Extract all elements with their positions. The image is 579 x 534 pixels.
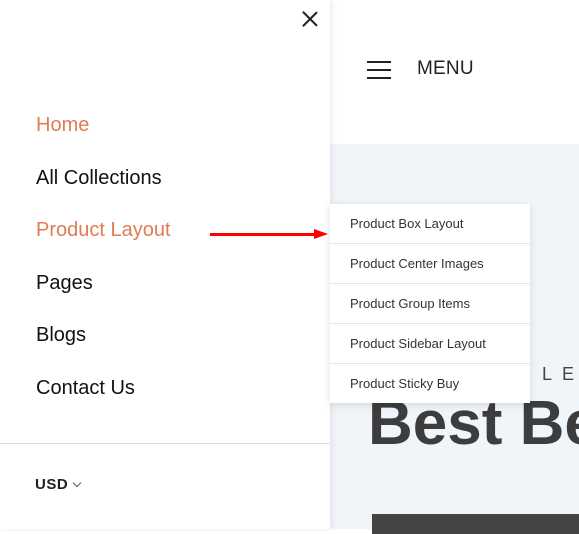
close-icon[interactable] xyxy=(302,11,318,27)
menu-button[interactable]: MENU xyxy=(367,58,474,80)
nav-item-all-collections[interactable]: All Collections xyxy=(36,164,171,217)
menu-label: MENU xyxy=(417,58,474,79)
nav-item-contact-us[interactable]: Contact Us xyxy=(36,374,171,427)
hero-subtitle: LE xyxy=(542,364,579,384)
hero-button[interactable] xyxy=(372,514,579,534)
currency-selector[interactable]: USD xyxy=(35,476,82,493)
product-layout-submenu: Product Box Layout Product Center Images… xyxy=(330,204,530,403)
nav-item-product-layout[interactable]: Product Layout xyxy=(36,216,171,269)
submenu-item-product-group-items[interactable]: Product Group Items xyxy=(330,284,530,324)
submenu-item-product-sidebar-layout[interactable]: Product Sidebar Layout xyxy=(330,324,530,364)
side-drawer: Home All Collections Product Layout Page… xyxy=(0,0,330,529)
hamburger-icon xyxy=(367,59,391,79)
nav-item-pages[interactable]: Pages xyxy=(36,269,171,322)
nav-item-blogs[interactable]: Blogs xyxy=(36,321,171,374)
submenu-item-product-sticky-buy[interactable]: Product Sticky Buy xyxy=(330,364,530,403)
annotation-arrow-icon xyxy=(210,229,328,239)
drawer-divider xyxy=(0,443,330,444)
nav-item-home[interactable]: Home xyxy=(36,111,171,164)
currency-label: USD xyxy=(35,476,69,493)
submenu-item-product-box-layout[interactable]: Product Box Layout xyxy=(330,204,530,244)
drawer-nav: Home All Collections Product Layout Page… xyxy=(36,111,171,426)
submenu-item-product-center-images[interactable]: Product Center Images xyxy=(330,244,530,284)
chevron-down-icon xyxy=(72,478,82,487)
